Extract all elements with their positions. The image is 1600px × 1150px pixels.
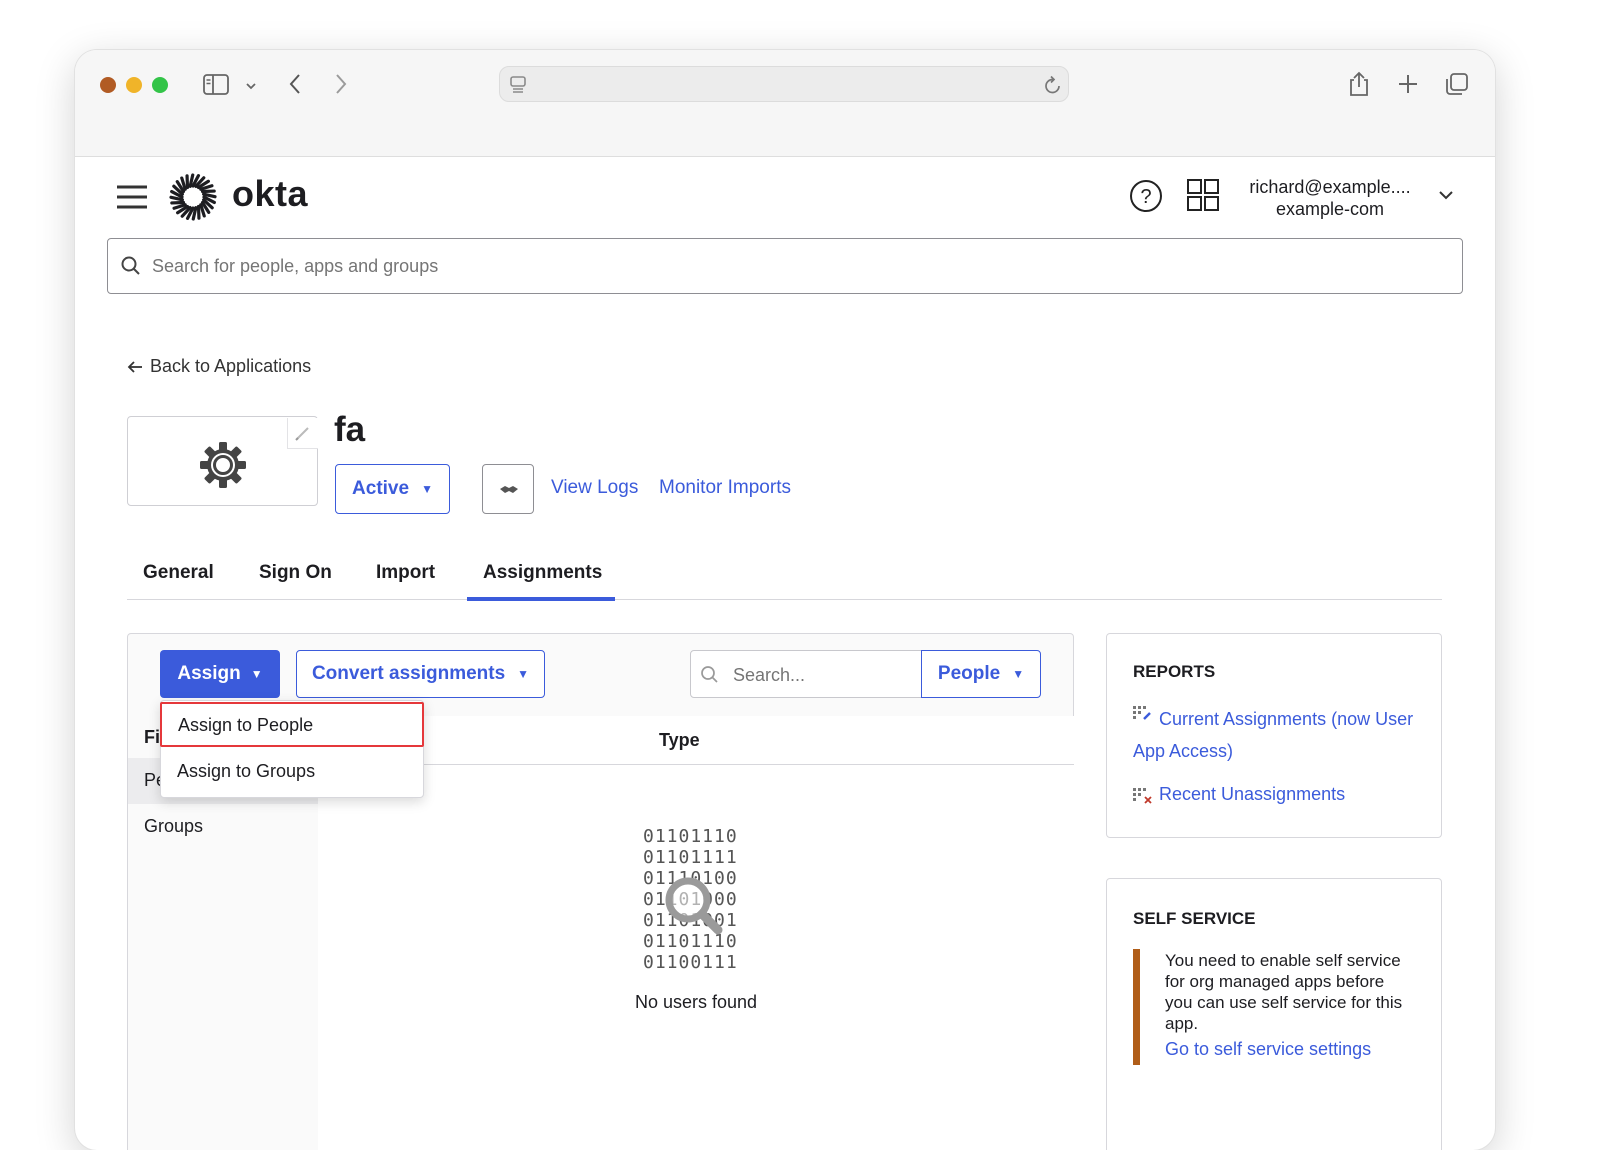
caret-down-icon: ▼ [421,482,433,496]
warning-bar [1133,949,1140,1065]
share-icon[interactable] [1347,70,1371,103]
filter-groups-item[interactable]: Groups [144,816,203,837]
status-label: Active [352,478,409,500]
recent-unassignments-link[interactable]: Recent Unassignments [1159,784,1345,805]
push-groups-button[interactable] [482,464,534,514]
reports-panel: REPORTS Current Assignments (now User Ap… [1106,633,1442,838]
active-tab-indicator [467,597,615,601]
search-icon [700,665,720,690]
assign-to-groups-label: Assign to Groups [177,761,315,782]
close-window-button[interactable] [100,77,116,93]
minimize-window-button[interactable] [126,77,142,93]
binary-line: 01101111 [643,847,738,868]
self-service-heading: SELF SERVICE [1133,909,1256,929]
tabs-divider [127,599,1442,600]
sidebar-toggle-icon[interactable] [203,74,231,101]
user-org: example-com [1240,198,1420,220]
app-gear-icon [198,440,248,495]
zoom-window-button[interactable] [152,77,168,93]
status-dropdown-button[interactable]: Active ▼ [335,464,450,514]
caret-down-icon: ▼ [251,667,263,681]
assign-dropdown-menu: Assign to People Assign to Groups [160,700,424,798]
monitor-imports-link[interactable]: Monitor Imports [659,477,791,499]
user-email: richard@example.... [1240,176,1420,198]
column-type: Type [659,730,700,751]
caret-down-icon: ▼ [1012,667,1024,681]
tab-import[interactable]: Import [376,562,435,584]
browser-window: okta ? richard@example.... example-com B… [75,50,1495,1150]
okta-logo-icon [169,173,217,226]
assignments-panel: Fil Pe Groups Type 01101110 01101111 011… [127,633,1074,1150]
reports-heading: REPORTS [1133,662,1215,682]
self-service-settings-link[interactable]: Go to self service settings [1165,1039,1371,1060]
user-menu[interactable]: richard@example.... example-com [1240,176,1420,220]
app-grid-icon[interactable] [1185,177,1221,218]
forward-nav-icon[interactable] [333,72,349,101]
convert-label: Convert assignments [312,663,505,685]
edit-logo-button[interactable] [287,418,318,449]
self-service-message: You need to enable self service for org … [1165,950,1415,1034]
assign-to-people-label: Assign to People [178,715,313,736]
convert-assignments-button[interactable]: Convert assignments ▼ [296,650,545,698]
report-unassign-icon [1133,788,1153,809]
back-link-label: Back to Applications [150,356,311,377]
current-assignments-link[interactable]: Current Assignments (now User App Access… [1133,703,1423,767]
address-bar[interactable] [499,66,1069,102]
handshake-icon [483,465,535,513]
people-filter-label: People [938,663,1000,685]
tab-general[interactable]: General [143,562,214,584]
new-tab-icon[interactable] [1396,72,1420,101]
tab-sign-on[interactable]: Sign On [259,562,332,584]
chevron-down-icon[interactable] [245,78,257,96]
help-icon[interactable]: ? [1128,178,1164,219]
assignments-table: Type 01101110 01101111 01110100 01101000… [318,716,1074,1150]
binary-line: 01100111 [643,952,738,973]
browser-toolbar [75,50,1495,157]
assignment-search-field[interactable] [690,650,922,698]
page-icon [509,75,527,100]
assign-button[interactable]: Assign ▼ [160,650,280,698]
assign-to-groups-option[interactable]: Assign to Groups [161,749,423,795]
self-service-panel: SELF SERVICE You need to enable self ser… [1106,878,1442,1150]
user-menu-chevron-icon[interactable] [1438,188,1454,207]
global-search-input[interactable] [150,249,1434,283]
table-header: Type [318,716,1074,765]
assignment-search-input[interactable] [731,659,915,691]
pencil-icon [288,418,318,448]
tab-assignments[interactable]: Assignments [483,562,602,584]
menu-icon[interactable] [115,184,149,215]
app-title: fa [334,410,365,450]
view-logs-link[interactable]: View Logs [551,477,638,499]
global-search-field[interactable] [107,238,1463,294]
tab-overview-icon[interactable] [1444,71,1470,102]
binary-line: 01101110 [643,826,738,847]
brand-name: okta [232,173,308,215]
caret-down-icon: ▼ [517,667,529,681]
assign-to-people-option[interactable]: Assign to People [160,702,424,747]
back-to-applications-link[interactable]: Back to Applications [127,356,311,377]
search-icon [120,255,142,282]
app-logo-box [127,416,318,506]
magnifier-icon [660,872,730,947]
arrow-left-icon [127,360,143,374]
reload-icon[interactable] [1043,74,1063,101]
svg-text:?: ? [1140,186,1151,208]
assign-label: Assign [177,663,240,685]
back-nav-icon[interactable] [287,72,303,101]
empty-message: No users found [318,992,1074,1013]
people-filter-dropdown[interactable]: People ▼ [921,650,1041,698]
